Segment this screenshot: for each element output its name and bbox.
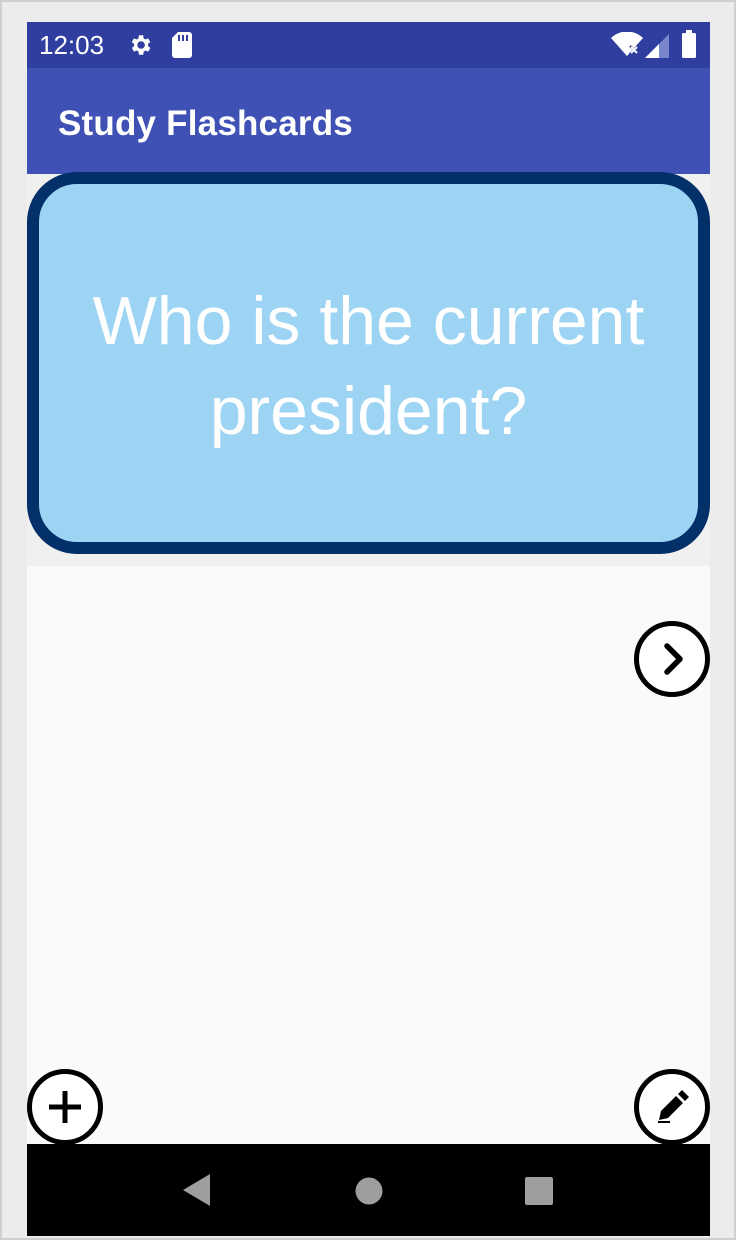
next-card-button[interactable] xyxy=(634,621,710,697)
flashcard[interactable]: Who is the current president? xyxy=(27,172,710,554)
status-bar: 12:03 xyxy=(27,22,710,68)
chevron-right-icon xyxy=(664,643,683,675)
phone-screen: 12:03 Study Flashcards Who is the curren… xyxy=(27,22,710,1236)
app-bar: Study Flashcards xyxy=(27,68,710,174)
home-circle-icon[interactable] xyxy=(354,1176,384,1206)
battery-icon xyxy=(682,30,696,58)
status-time: 12:03 xyxy=(39,30,105,60)
plus-icon xyxy=(49,1091,81,1123)
recents-square-icon[interactable] xyxy=(524,1176,554,1206)
cell-signal-icon xyxy=(645,34,669,58)
gear-icon xyxy=(131,35,151,55)
navigation-bar xyxy=(27,1144,710,1236)
wifi-no-internet-icon xyxy=(611,32,643,56)
sd-card-icon xyxy=(172,32,192,58)
device-frame: 12:03 Study Flashcards Who is the curren… xyxy=(0,0,736,1240)
add-card-button[interactable] xyxy=(27,1069,103,1145)
flashcard-question: Who is the current president? xyxy=(92,283,645,449)
back-triangle-icon[interactable] xyxy=(181,1173,211,1207)
app-title: Study Flashcards xyxy=(58,104,353,143)
edit-card-button[interactable] xyxy=(634,1069,710,1145)
pencil-icon xyxy=(658,1090,689,1123)
